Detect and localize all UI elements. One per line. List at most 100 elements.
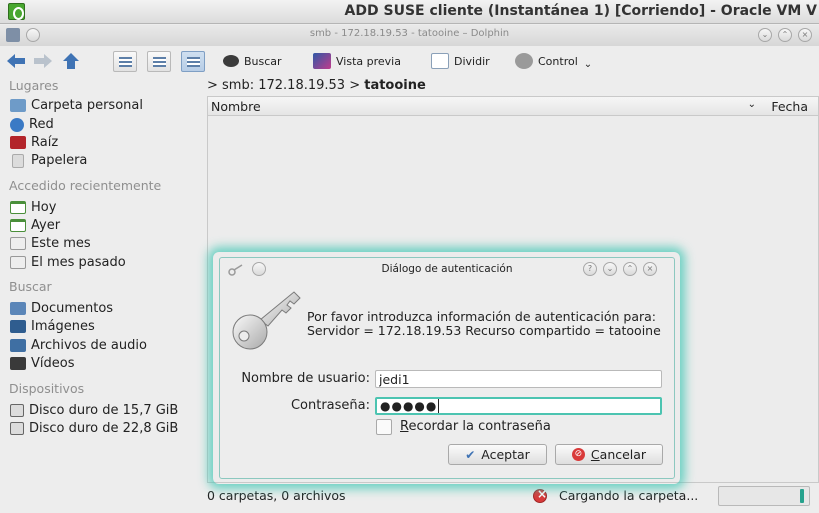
network-icon xyxy=(10,117,24,132)
username-field[interactable] xyxy=(375,370,662,388)
images-icon xyxy=(10,320,26,333)
vbox-window-title: ADD SUSE cliente (Instantánea 1) [Corrie… xyxy=(344,3,817,19)
videos-icon xyxy=(10,357,26,370)
remember-label-rest: ecordar la contraseña xyxy=(408,419,551,434)
sidebar-item-this-month[interactable]: Este mes xyxy=(10,235,91,252)
vbox-window-titlebar: ADD SUSE cliente (Instantánea 1) [Corrie… xyxy=(0,0,819,24)
accept-button[interactable]: ✔ Aceptar xyxy=(448,444,547,465)
places-sidebar: Lugares Carpeta personal Red Raíz Papele… xyxy=(0,76,205,513)
sidebar-item-label: Imágenes xyxy=(31,319,95,334)
column-name-header[interactable]: Nombre xyxy=(211,99,261,114)
icons-view-button[interactable] xyxy=(113,51,137,72)
progress-fill xyxy=(800,489,804,503)
sidebar-item-trash[interactable]: Papelera xyxy=(10,152,87,169)
binoculars-icon xyxy=(223,55,239,67)
sidebar-item-disk-1[interactable]: Disco duro de 15,7 GiB xyxy=(10,402,178,419)
remember-password-label[interactable]: Recordar la contraseña xyxy=(400,419,551,434)
calendar-last-month-icon xyxy=(10,256,26,269)
compact-view-icon xyxy=(187,57,200,67)
breadcrumb-path[interactable]: > smb: 172.18.19.53 > xyxy=(207,78,360,93)
preview-button-label: Vista previa xyxy=(336,54,401,68)
sidebar-item-root[interactable]: Raíz xyxy=(10,134,58,151)
split-button[interactable]: Dividir xyxy=(431,49,490,73)
back-arrow-icon[interactable] xyxy=(5,52,27,70)
sort-chevron-icon: ⌄ xyxy=(747,99,756,110)
preview-button[interactable]: Vista previa xyxy=(313,49,401,73)
icons-view-icon xyxy=(119,57,132,67)
password-label: Contraseña: xyxy=(290,398,370,413)
sidebar-item-label: Ayer xyxy=(31,218,61,233)
password-mask: ●●●●● xyxy=(380,399,438,413)
details-view-button[interactable] xyxy=(147,51,171,72)
status-loading-text: Cargando la carpeta... xyxy=(559,488,699,503)
calendar-yesterday-icon xyxy=(10,219,26,232)
forward-arrow-icon[interactable] xyxy=(32,52,54,70)
sidebar-section-recent: Accedido recientemente xyxy=(9,178,162,193)
sidebar-item-label: Vídeos xyxy=(31,356,75,371)
sidebar-item-label: Disco duro de 22,8 GiB xyxy=(29,421,179,436)
hard-drive-icon xyxy=(10,422,24,435)
breadcrumb[interactable]: > smb: 172.18.19.53 > tatooine xyxy=(207,78,426,93)
sidebar-section-search: Buscar xyxy=(9,279,52,294)
column-header: Nombre ⌄ Fecha xyxy=(208,97,818,116)
sidebar-item-audio[interactable]: Archivos de audio xyxy=(10,337,147,354)
sidebar-item-home[interactable]: Carpeta personal xyxy=(10,97,143,114)
sidebar-item-label: Documentos xyxy=(31,301,114,316)
sidebar-item-disk-2[interactable]: Disco duro de 22,8 GiB xyxy=(10,420,178,437)
dialog-minimize-button[interactable]: ⌄ xyxy=(603,262,617,276)
close-button[interactable]: × xyxy=(798,28,812,42)
sidebar-item-label: Carpeta personal xyxy=(31,98,143,113)
sidebar-item-network[interactable]: Red xyxy=(10,116,54,133)
split-button-label: Dividir xyxy=(454,54,490,68)
cancel-icon: ⊘ xyxy=(571,448,585,461)
sidebar-item-label: El mes pasado xyxy=(31,255,126,270)
sidebar-item-label: Red xyxy=(29,117,54,132)
trash-icon xyxy=(12,153,24,168)
stop-loading-icon[interactable] xyxy=(533,487,547,503)
audio-icon xyxy=(10,339,26,352)
home-folder-icon xyxy=(10,99,26,112)
compact-view-button[interactable] xyxy=(181,51,205,72)
control-button-label: Control xyxy=(538,54,578,68)
up-arrow-icon[interactable] xyxy=(60,52,82,70)
sidebar-item-images[interactable]: Imágenes xyxy=(10,318,95,335)
sidebar-section-places: Lugares xyxy=(9,78,59,93)
chevron-down-icon: ⌄ xyxy=(583,58,593,70)
authentication-key-icon xyxy=(232,291,301,350)
cancel-button[interactable]: ⊘ Cancelar xyxy=(555,444,663,465)
dialog-close-button[interactable]: × xyxy=(643,262,657,276)
remember-password-checkbox[interactable] xyxy=(376,419,392,435)
cancel-button-label: ancelar xyxy=(599,447,647,462)
sidebar-item-today[interactable]: Hoy xyxy=(10,199,56,216)
search-button-label: Buscar xyxy=(244,54,282,68)
cancel-accelerator: C xyxy=(590,447,600,462)
virtualbox-icon xyxy=(8,3,25,20)
minimize-button[interactable]: ⌄ xyxy=(758,28,772,42)
status-bar: 0 carpetas, 0 archivos Cargando la carpe… xyxy=(207,484,819,508)
sidebar-item-label: Papelera xyxy=(31,153,88,168)
checkmark-icon: ✔ xyxy=(465,447,476,462)
dialog-help-button[interactable]: ? xyxy=(583,262,597,276)
preview-icon xyxy=(313,53,331,69)
sidebar-item-label: Disco duro de 15,7 GiB xyxy=(29,403,179,418)
control-button[interactable]: Control ⌄ xyxy=(515,49,592,73)
sidebar-item-label: Este mes xyxy=(31,236,91,251)
username-label: Nombre de usuario: xyxy=(241,371,370,386)
hard-drive-icon xyxy=(10,404,24,417)
password-field[interactable]: ●●●●● xyxy=(375,397,662,415)
sidebar-item-yesterday[interactable]: Ayer xyxy=(10,217,60,234)
column-date-header[interactable]: Fecha xyxy=(771,99,808,114)
root-folder-icon xyxy=(10,136,26,149)
sidebar-section-devices: Dispositivos xyxy=(9,381,85,396)
dolphin-titlebar: smb - 172.18.19.53 - tatooine – Dolphin … xyxy=(0,25,819,46)
dialog-maximize-button[interactable]: ⌃ xyxy=(623,262,637,276)
sidebar-item-documents[interactable]: Documentos xyxy=(10,300,113,317)
text-cursor xyxy=(438,399,440,413)
sidebar-item-last-month[interactable]: El mes pasado xyxy=(10,254,126,271)
documents-icon xyxy=(10,302,26,315)
breadcrumb-current[interactable]: tatooine xyxy=(364,78,426,93)
maximize-button[interactable]: ⌃ xyxy=(778,28,792,42)
sidebar-item-label: Raíz xyxy=(31,135,59,150)
sidebar-item-videos[interactable]: Vídeos xyxy=(10,355,74,372)
search-button[interactable]: Buscar xyxy=(223,49,282,73)
